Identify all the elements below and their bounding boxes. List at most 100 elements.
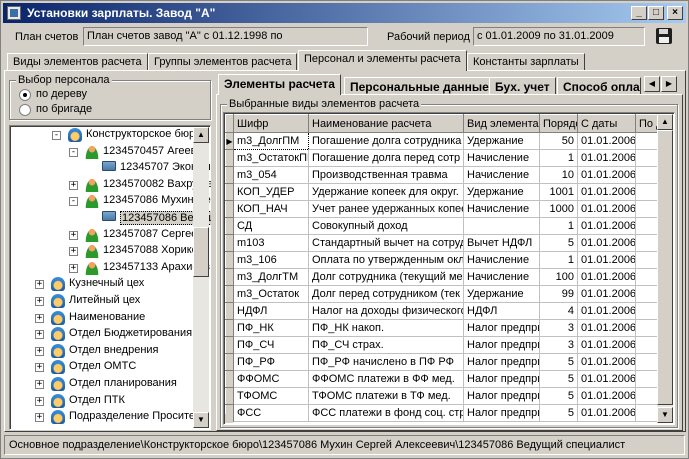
subtab-scroll-right-button[interactable]: ▶ — [661, 76, 677, 92]
expand-icon[interactable]: + — [69, 247, 78, 257]
table-row[interactable]: m3_ОстатокПМ Погашение долга перед сотр На… — [225, 149, 658, 167]
tree-scroll-up-button[interactable]: ▲ — [193, 127, 209, 143]
expand-icon[interactable]: + — [69, 263, 78, 273]
tree-item[interactable]: +1234570082 Вахрушев — [9, 177, 211, 193]
cell-date-from[interactable]: 01.01.2006 — [577, 353, 636, 371]
cell-order[interactable]: 5 — [539, 387, 578, 405]
collapse-icon[interactable]: - — [69, 197, 78, 207]
cell-order[interactable]: 3 — [539, 319, 578, 337]
table-row[interactable]: ПФ_СЧ ПФ_СЧ страх. Налог предпри 3 01.01.200… — [225, 336, 658, 354]
expand-icon[interactable]: + — [35, 297, 44, 306]
cell-date-to[interactable] — [635, 387, 658, 405]
col-header-order[interactable]: Порядо — [539, 114, 578, 133]
cell-name[interactable]: ПФ_СЧ страх. — [308, 336, 464, 354]
cell-type[interactable]: Удержание — [463, 285, 540, 303]
expand-icon[interactable]: + — [35, 413, 44, 423]
table-row[interactable]: НДФЛ Налог на доходы физического НДФЛ 4 01.0… — [225, 302, 658, 320]
cell-type[interactable]: Налог предпри — [463, 387, 540, 405]
tree-item[interactable]: - 1234570457 Агеев С — [9, 144, 207, 160]
minimize-button[interactable]: _ — [631, 6, 647, 20]
table-row[interactable]: ПФ_НК ПФ_НК накоп. Налог предпри 3 01.01.200… — [225, 319, 658, 337]
table-row[interactable]: ▶ m3_ДолгПМ Погашение долга сотрудника Удер… — [225, 132, 658, 150]
maximize-button[interactable]: □ — [648, 6, 664, 20]
cell-type[interactable]: Начисление — [463, 149, 540, 167]
tree-item[interactable]: + Отдел ПТК — [9, 393, 193, 409]
cell-order[interactable]: 5 — [539, 404, 578, 422]
subtab-scroll-left-button[interactable]: ◀ — [644, 76, 660, 92]
cell-type[interactable]: НДФЛ — [463, 302, 540, 320]
cell-date-to[interactable] — [635, 319, 658, 337]
cell-code[interactable]: ФФОМС — [233, 370, 309, 388]
cell-type[interactable]: Начисление — [463, 251, 540, 269]
tree-item[interactable]: +123457088 Хориков — [9, 243, 204, 259]
cell-type[interactable]: Налог предпри — [463, 353, 540, 371]
cell-code[interactable]: m3_ДолгПМ — [233, 132, 309, 150]
cell-code[interactable]: КОП_УДЕР — [233, 183, 309, 201]
tree-item[interactable]: + Отдел ОМТС — [9, 359, 193, 375]
table-row[interactable]: СД Совокупный доход 1 01.01.2006 — [225, 217, 658, 235]
tree-item[interactable]: - Конструкторское бюро — [9, 127, 201, 143]
cell-name[interactable]: Долг сотрудника (текущий ме — [308, 268, 464, 286]
cell-type[interactable]: Удержание — [463, 183, 540, 201]
radio-by-tree[interactable] — [19, 89, 31, 101]
cell-date-to[interactable] — [635, 132, 658, 150]
col-header-name[interactable]: Наименование расчета — [308, 114, 464, 133]
cell-date-from[interactable]: 01.01.2006 — [577, 200, 636, 218]
close-button[interactable]: × — [667, 6, 683, 20]
cell-name[interactable]: Производственная травма — [308, 166, 464, 184]
cell-order[interactable]: 99 — [539, 285, 578, 303]
cell-date-from[interactable]: 01.01.2006 — [577, 404, 636, 422]
cell-code[interactable]: ПФ_СЧ — [233, 336, 309, 354]
table-row[interactable]: ФСС ФСС платежи в фонд соц. стр Налог пред… — [225, 404, 658, 422]
cell-name[interactable]: ПФ_РФ начислено в ПФ РФ — [308, 353, 464, 371]
cell-order[interactable]: 5 — [539, 370, 578, 388]
cell-order[interactable]: 3 — [539, 336, 578, 354]
cell-code[interactable]: ПФ_РФ — [233, 353, 309, 371]
cell-date-from[interactable]: 01.01.2006 — [577, 251, 636, 269]
cell-name[interactable]: Учет ранее удержанных копее — [308, 200, 464, 218]
table-row[interactable]: ТФОМС ТФОМС платежи в ТФ мед. Налог предпр… — [225, 387, 658, 405]
table-row[interactable]: m3_054 Производственная травма Начисление 1… — [225, 166, 658, 184]
cell-date-to[interactable] — [635, 234, 658, 252]
tab-salary-constants[interactable]: Константы зарплаты — [467, 53, 585, 71]
expand-icon[interactable]: + — [35, 280, 44, 290]
cell-order[interactable]: 1001 — [539, 183, 578, 201]
tree-scroll-down-button[interactable]: ▼ — [193, 412, 209, 428]
table-row[interactable]: m103 Стандартный вычет на сотруд Вычет НДФ… — [225, 234, 658, 252]
cell-date-from[interactable]: 01.01.2006 — [577, 268, 636, 286]
subtab-accounting[interactable]: Бух. учет — [489, 77, 556, 95]
title-bar[interactable]: Установки зарплаты. Завод "А" _ □ × — [3, 3, 686, 23]
cell-type[interactable]: Начисление — [463, 268, 540, 286]
cell-name[interactable]: Стандартный вычет на сотруд — [308, 234, 464, 252]
cell-type[interactable]: Вычет НДФЛ — [463, 234, 540, 252]
cell-code[interactable]: НДФЛ — [233, 302, 309, 320]
tree-item[interactable]: + Наименование — [9, 310, 193, 326]
cell-code[interactable]: КОП_НАЧ — [233, 200, 309, 218]
tree-item[interactable]: + Отдел планирования — [9, 376, 193, 392]
cell-date-from[interactable]: 01.01.2006 — [577, 132, 636, 150]
col-header-date-to[interactable]: По д — [635, 114, 658, 133]
radio-by-brigade[interactable] — [19, 104, 31, 116]
cell-date-to[interactable] — [635, 268, 658, 286]
tree-item[interactable]: +123457133 Арахисов — [9, 260, 210, 276]
expand-icon[interactable]: + — [35, 363, 44, 373]
cell-date-from[interactable]: 01.01.2006 — [577, 285, 636, 303]
cell-name[interactable]: ПФ_НК накоп. — [308, 319, 464, 337]
cell-order[interactable]: 1 — [539, 251, 578, 269]
expand-icon[interactable]: + — [35, 396, 44, 406]
cell-date-to[interactable] — [635, 404, 658, 422]
cell-name[interactable]: Долг перед сотрудником (тек — [308, 285, 464, 303]
table-row[interactable]: m3_Остаток Долг перед сотрудником (тек Уде… — [225, 285, 658, 303]
cell-date-to[interactable] — [635, 302, 658, 320]
cell-date-to[interactable] — [635, 370, 658, 388]
cell-order[interactable]: 1 — [539, 217, 578, 235]
cell-date-to[interactable] — [635, 217, 658, 235]
cell-order[interactable]: 1000 — [539, 200, 578, 218]
cell-date-from[interactable]: 01.01.2006 — [577, 370, 636, 388]
cell-date-to[interactable] — [635, 183, 658, 201]
tree-item[interactable]: 123457086 Ведущ — [9, 210, 211, 226]
table-row[interactable]: m3_ДолгТМ Долг сотрудника (текущий ме Начи… — [225, 268, 658, 286]
tree-scroll-thumb[interactable] — [193, 227, 209, 277]
cell-type[interactable]: Удержание — [463, 132, 540, 150]
cell-type[interactable]: Начисление — [463, 200, 540, 218]
